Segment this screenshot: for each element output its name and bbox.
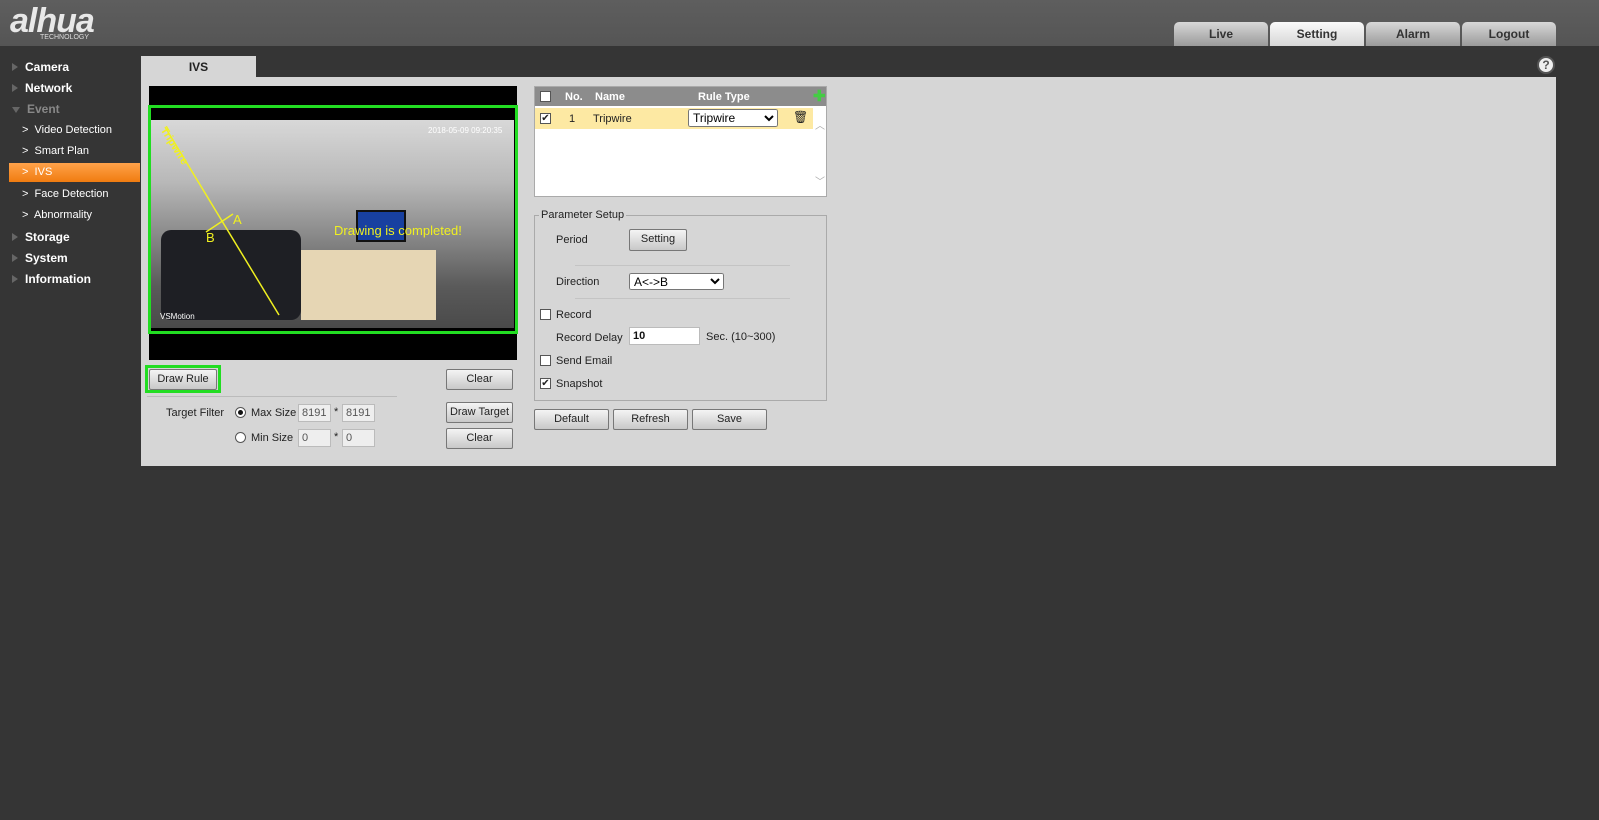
label: Smart Plan xyxy=(34,145,89,157)
times-sign: * xyxy=(334,431,339,443)
label: Storage xyxy=(25,230,70,244)
divider xyxy=(575,298,790,299)
draw-target-button[interactable]: Draw Target xyxy=(446,402,513,423)
scroll-down-icon[interactable]: ﹀ xyxy=(815,173,825,188)
rule-type-select[interactable]: Tripwire xyxy=(688,109,778,127)
timestamp-overlay: 2018-05-09 09:20:35 xyxy=(428,126,503,135)
min-size-label: Min Size xyxy=(251,432,294,444)
max-height-input[interactable]: 8191 xyxy=(342,404,375,422)
label: Event xyxy=(27,102,60,116)
label: Video Detection xyxy=(34,124,113,136)
sidebar-item-abnormality[interactable]: > Abnormality xyxy=(9,206,140,225)
rule-table-header: ✔ No. Name Rule Type ✚ xyxy=(535,87,826,106)
sidebar-item-face-detection[interactable]: > Face Detection xyxy=(9,185,140,204)
target-filter-label: Target Filter xyxy=(166,407,225,419)
clear-target-button[interactable]: Clear xyxy=(446,428,513,449)
max-size-label: Max Size xyxy=(251,407,297,419)
send-email-checkbox[interactable] xyxy=(540,355,551,366)
label: Information xyxy=(25,272,91,286)
min-height-input[interactable]: 0 xyxy=(342,429,375,447)
add-rule-icon[interactable]: ✚ xyxy=(813,87,826,105)
rule-overlay xyxy=(148,105,518,334)
draw-rule-button[interactable]: Draw Rule xyxy=(149,369,217,390)
header: alhua TECHNOLOGY Live Setting Alarm Logo… xyxy=(0,0,1599,46)
default-button[interactable]: Default xyxy=(534,409,609,430)
label: Camera xyxy=(25,60,70,74)
page-tab-ivs[interactable]: IVS xyxy=(141,56,256,78)
max-size-radio[interactable] xyxy=(235,407,246,418)
status-overlay: Drawing is completed! xyxy=(334,223,462,238)
collapse-arrow-icon xyxy=(12,107,20,113)
sidebar-item-event[interactable]: Event xyxy=(12,102,60,116)
sidebar-item-storage[interactable]: Storage xyxy=(12,230,70,244)
rule-name[interactable]: Tripwire xyxy=(593,113,632,125)
logo-subtitle: TECHNOLOGY xyxy=(40,34,90,41)
sidebar-item-ivs[interactable]: > IVS xyxy=(9,163,140,182)
delete-icon[interactable]: 🗑 xyxy=(793,110,808,124)
detection-frame xyxy=(148,105,518,334)
period-setting-button[interactable]: Setting xyxy=(629,229,687,251)
sidebar-item-camera[interactable]: Camera xyxy=(12,60,69,74)
send-email-label: Send Email xyxy=(556,355,613,367)
divider xyxy=(575,265,790,266)
sidebar-item-information[interactable]: Information xyxy=(12,272,91,286)
record-delay-input[interactable]: 10 xyxy=(629,327,700,345)
rule-no: 1 xyxy=(569,113,576,125)
min-width-input[interactable]: 0 xyxy=(298,429,331,447)
label: Network xyxy=(25,81,73,95)
direction-a-label: A xyxy=(233,212,242,227)
expand-arrow-icon xyxy=(12,84,18,92)
channel-overlay: VSMotion xyxy=(160,312,195,321)
sidebar-item-system[interactable]: System xyxy=(12,251,68,265)
label: Face Detection xyxy=(34,188,109,200)
parameter-setup-legend: Parameter Setup xyxy=(539,209,627,221)
record-label: Record xyxy=(556,309,592,321)
col-name: Name xyxy=(595,91,625,103)
col-rule-type: Rule Type xyxy=(698,91,750,103)
expand-arrow-icon xyxy=(12,275,18,283)
sidebar-item-video-detection[interactable]: > Video Detection xyxy=(9,121,140,140)
rule-enable-checkbox[interactable]: ✔ xyxy=(540,113,551,124)
tab-live[interactable]: Live xyxy=(1174,22,1268,46)
direction-select[interactable]: A<->B xyxy=(629,273,724,290)
rule-table: ✔ No. Name Rule Type ✚ ✔ 1 Tripwire Trip… xyxy=(534,86,827,197)
help-icon[interactable]: ? xyxy=(1537,56,1555,74)
times-sign: * xyxy=(334,406,339,418)
max-width-input[interactable]: 8191 xyxy=(298,404,331,422)
tab-logout[interactable]: Logout xyxy=(1462,22,1556,46)
period-label: Period xyxy=(556,234,588,246)
clear-rule-button[interactable]: Clear xyxy=(446,369,513,390)
direction-b-label: B xyxy=(206,230,215,245)
sidebar-item-network[interactable]: Network xyxy=(12,81,72,95)
select-all-checkbox[interactable]: ✔ xyxy=(540,91,551,102)
snapshot-checkbox[interactable]: ✔ xyxy=(540,378,551,389)
save-button[interactable]: Save xyxy=(692,409,767,430)
label: System xyxy=(25,251,68,265)
sidebar-item-smart-plan[interactable]: > Smart Plan xyxy=(9,142,140,161)
expand-arrow-icon xyxy=(12,63,18,71)
divider xyxy=(147,396,397,397)
tab-setting[interactable]: Setting xyxy=(1270,22,1364,46)
expand-arrow-icon xyxy=(12,233,18,241)
label: IVS xyxy=(34,166,53,178)
label: Abnormality xyxy=(33,209,93,221)
record-delay-unit: Sec. (10~300) xyxy=(706,331,776,343)
col-no: No. xyxy=(565,91,583,103)
tab-alarm[interactable]: Alarm xyxy=(1366,22,1460,46)
table-row[interactable]: ✔ 1 Tripwire Tripwire 🗑 xyxy=(535,108,813,129)
min-size-radio[interactable] xyxy=(235,432,246,443)
scroll-up-icon[interactable]: ︿ xyxy=(815,117,825,132)
snapshot-label: Snapshot xyxy=(556,378,603,390)
record-delay-label: Record Delay xyxy=(556,332,623,344)
refresh-button[interactable]: Refresh xyxy=(613,409,688,430)
direction-label: Direction xyxy=(556,276,600,288)
record-checkbox[interactable] xyxy=(540,309,551,320)
expand-arrow-icon xyxy=(12,254,18,262)
